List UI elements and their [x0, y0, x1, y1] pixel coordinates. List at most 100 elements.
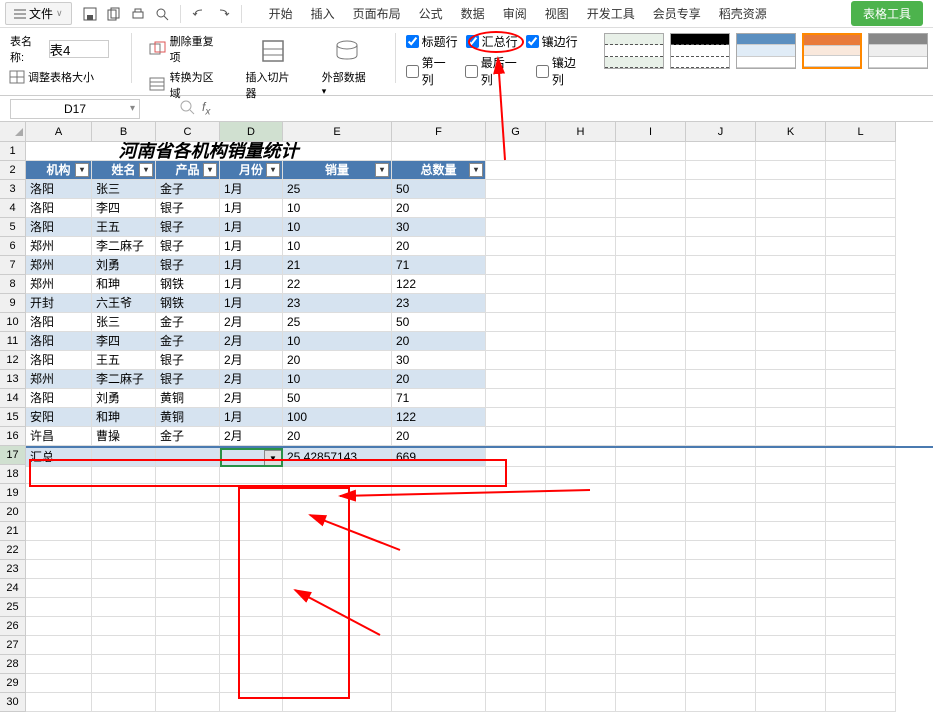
cell[interactable] — [546, 256, 616, 275]
cell[interactable]: 总数量 — [392, 161, 486, 180]
row-header[interactable]: 28 — [0, 655, 26, 674]
cell[interactable] — [616, 674, 686, 693]
cell[interactable] — [220, 560, 283, 579]
cell[interactable]: 钢铁 — [156, 275, 220, 294]
cell[interactable] — [686, 617, 756, 636]
cell[interactable] — [616, 180, 686, 199]
cell[interactable]: 20 — [392, 199, 486, 218]
cell[interactable]: 1月 — [220, 408, 283, 427]
cell[interactable]: 2月 — [220, 351, 283, 370]
cell[interactable] — [826, 579, 896, 598]
cell[interactable] — [546, 503, 616, 522]
cell[interactable]: 20 — [392, 370, 486, 389]
cell[interactable] — [486, 294, 546, 313]
cell[interactable] — [546, 218, 616, 237]
cell[interactable]: 1月 — [220, 275, 283, 294]
cell[interactable] — [826, 617, 896, 636]
cell[interactable]: 21 — [283, 256, 392, 275]
row-header[interactable]: 18 — [0, 465, 26, 484]
cell[interactable]: 六王爷 — [92, 294, 156, 313]
cell[interactable] — [220, 636, 283, 655]
row-header[interactable]: 30 — [0, 693, 26, 712]
cell[interactable] — [686, 294, 756, 313]
cell[interactable] — [26, 579, 92, 598]
cell[interactable]: 71 — [392, 389, 486, 408]
cell[interactable] — [826, 275, 896, 294]
cell[interactable] — [26, 674, 92, 693]
cell[interactable]: 郑州 — [26, 237, 92, 256]
cell[interactable] — [616, 313, 686, 332]
cell[interactable] — [756, 218, 826, 237]
cell[interactable] — [616, 332, 686, 351]
cell[interactable]: 2月 — [220, 332, 283, 351]
table-style-option[interactable] — [670, 33, 730, 69]
cell[interactable]: 50 — [392, 313, 486, 332]
cell[interactable] — [546, 617, 616, 636]
cell[interactable] — [546, 579, 616, 598]
cell[interactable] — [486, 237, 546, 256]
cell[interactable] — [546, 408, 616, 427]
cell[interactable]: 产品 — [156, 161, 220, 180]
cell[interactable]: 月份 — [220, 161, 283, 180]
cell[interactable] — [156, 560, 220, 579]
cell[interactable] — [486, 142, 546, 161]
row-header[interactable]: 7 — [0, 256, 26, 275]
cell[interactable] — [486, 674, 546, 693]
cell[interactable] — [616, 693, 686, 712]
row-header[interactable]: 15 — [0, 408, 26, 427]
select-all-corner[interactable] — [0, 122, 26, 142]
cell[interactable] — [686, 370, 756, 389]
cell[interactable] — [686, 142, 756, 161]
cell[interactable] — [616, 541, 686, 560]
cell[interactable] — [92, 617, 156, 636]
cell[interactable] — [826, 484, 896, 503]
cell[interactable]: 张三 — [92, 313, 156, 332]
cell[interactable] — [92, 465, 156, 484]
cell[interactable] — [616, 237, 686, 256]
cell[interactable] — [826, 427, 896, 446]
cell[interactable] — [486, 579, 546, 598]
cell[interactable]: 1月 — [220, 237, 283, 256]
cell[interactable]: 20 — [392, 427, 486, 446]
cell[interactable] — [283, 617, 392, 636]
table-style-option[interactable] — [868, 33, 928, 69]
cell[interactable] — [756, 351, 826, 370]
cell[interactable] — [486, 218, 546, 237]
cell[interactable] — [156, 617, 220, 636]
cell[interactable] — [546, 313, 616, 332]
cell[interactable] — [156, 503, 220, 522]
row-header[interactable]: 25 — [0, 598, 26, 617]
cell[interactable]: 银子 — [156, 199, 220, 218]
cell[interactable]: 100 — [283, 408, 392, 427]
cell[interactable]: 黄铜 — [156, 389, 220, 408]
row-header[interactable]: 17 — [0, 446, 26, 465]
cell[interactable] — [756, 541, 826, 560]
cell[interactable] — [756, 579, 826, 598]
cell[interactable] — [826, 313, 896, 332]
cell[interactable]: 王五 — [92, 351, 156, 370]
cell[interactable] — [283, 693, 392, 712]
cell[interactable] — [756, 598, 826, 617]
formula-input[interactable] — [218, 99, 933, 119]
cell[interactable]: 销量 — [283, 161, 392, 180]
cell[interactable] — [26, 655, 92, 674]
menu-tab[interactable]: 页面布局 — [353, 5, 401, 22]
cell[interactable] — [156, 693, 220, 712]
cell[interactable]: 金子 — [156, 427, 220, 446]
external-data-icon[interactable] — [329, 33, 365, 69]
cell[interactable]: 20 — [283, 427, 392, 446]
row-header[interactable]: 10 — [0, 313, 26, 332]
cell[interactable]: 曹操 — [92, 427, 156, 446]
cell[interactable]: 洛阳 — [26, 332, 92, 351]
cell[interactable] — [756, 484, 826, 503]
cell[interactable] — [220, 503, 283, 522]
cell[interactable] — [826, 522, 896, 541]
column-header[interactable]: H — [546, 122, 616, 142]
save-icon[interactable] — [80, 4, 100, 24]
cell[interactable] — [686, 218, 756, 237]
cell[interactable] — [486, 275, 546, 294]
cell[interactable] — [826, 465, 896, 484]
cell[interactable]: 王五 — [92, 218, 156, 237]
cell[interactable] — [756, 522, 826, 541]
cell[interactable] — [756, 161, 826, 180]
